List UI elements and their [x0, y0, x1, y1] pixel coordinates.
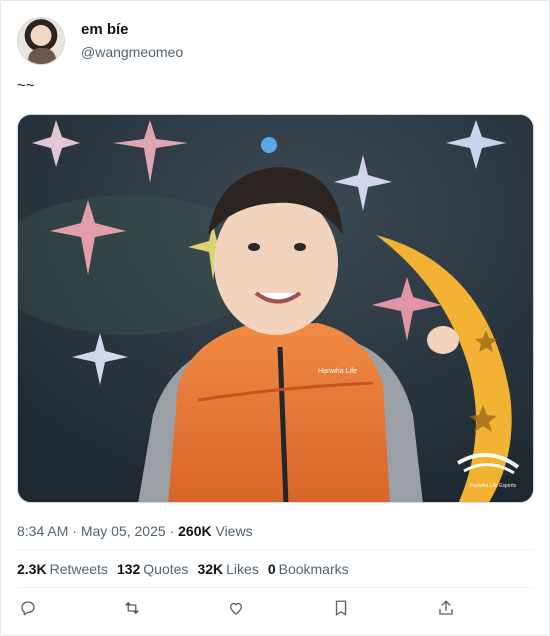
views-count: 260K: [178, 523, 212, 539]
stat-quotes[interactable]: 132 Quotes: [117, 559, 189, 579]
likes-label: Likes: [226, 561, 259, 577]
display-name[interactable]: em bíe: [81, 20, 183, 40]
tweet-meta: 8:34 AM · May 05, 2025 · 260K Views: [17, 521, 253, 541]
like-icon: [230, 602, 242, 615]
stat-bookmarks[interactable]: 0 Bookmarks: [268, 559, 349, 579]
meta-separator: ·: [72, 523, 81, 539]
share-button[interactable]: [435, 597, 457, 619]
tweet-photo[interactable]: Hanwha Life Hanwha Life Esports: [17, 114, 534, 503]
retweet-icon: [125, 602, 139, 614]
stat-likes[interactable]: 32K Likes: [197, 559, 258, 579]
action-bar: [17, 597, 457, 625]
jacket-logo-text: Hanwha Life: [318, 368, 357, 375]
views-label: Views: [215, 523, 253, 539]
reply-icon: [21, 601, 35, 616]
like-button[interactable]: [225, 597, 247, 619]
likes-count: 32K: [197, 561, 224, 577]
bookmarks-label: Bookmarks: [278, 561, 349, 577]
tweet-date[interactable]: May 05, 2025: [81, 523, 166, 539]
stat-retweets[interactable]: 2.3K Retweets: [17, 559, 108, 579]
logo-text: Hanwha Life Esports: [470, 483, 517, 489]
bookmark-button[interactable]: [330, 597, 352, 619]
user-names: em bíe @wangmeomeo: [81, 17, 183, 62]
tweet-text: ~~: [17, 77, 35, 94]
tweet-header: em bíe @wangmeomeo: [17, 17, 183, 65]
engagement-stats: 2.3K Retweets 132 Quotes 32K Likes 0 Bookmar…: [17, 559, 358, 579]
divider: [17, 587, 534, 588]
reply-button[interactable]: [17, 597, 39, 619]
meta-separator: ·: [169, 523, 179, 539]
retweets-label: Retweets: [49, 561, 108, 577]
share-icon: [439, 600, 453, 615]
quotes-label: Quotes: [143, 561, 189, 577]
divider: [17, 549, 534, 550]
user-handle[interactable]: @wangmeomeo: [81, 42, 183, 62]
retweet-button[interactable]: [121, 597, 143, 619]
retweets-count: 2.3K: [17, 561, 47, 577]
tweet-time[interactable]: 8:34 AM: [17, 523, 68, 539]
photo-illustration: Hanwha Life Hanwha Life Esports: [18, 115, 533, 502]
bookmarks-count: 0: [267, 561, 276, 577]
quotes-count: 132: [116, 561, 141, 577]
bookmark-icon: [335, 600, 347, 616]
avatar[interactable]: [17, 17, 65, 65]
tweet-card: em bíe @wangmeomeo ~~ Hanwha Life Hanwha…: [0, 0, 550, 636]
